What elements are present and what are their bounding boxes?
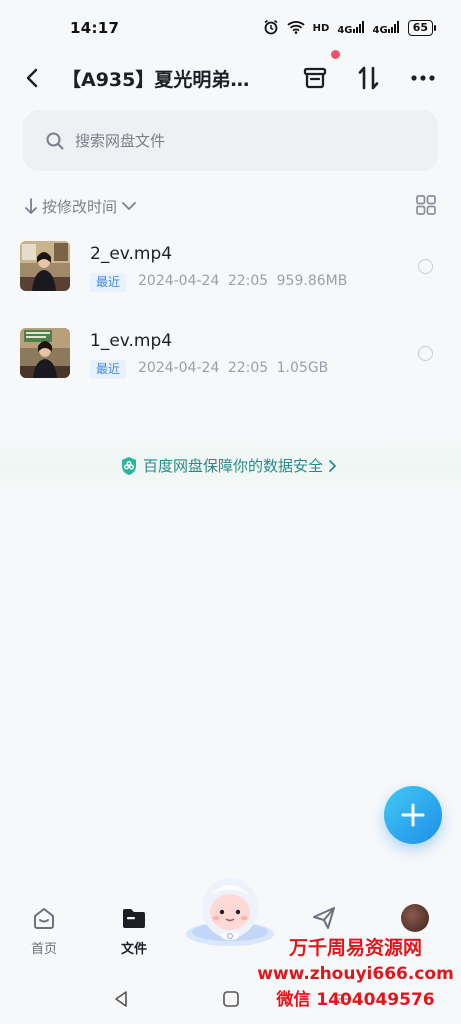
system-home-button[interactable]	[220, 988, 242, 1010]
file-row[interactable]: 2_ev.mp4 最近 2024-04-24 22:05 959.86MB	[0, 241, 461, 321]
file-row[interactable]: 1_ev.mp4 最近 2024-04-24 22:05 1.05GB	[0, 328, 461, 408]
signal-label-2: 4G	[372, 24, 388, 36]
shield-icon	[122, 456, 136, 475]
signal-label-1: 4G	[337, 24, 353, 36]
archive-button[interactable]	[300, 63, 330, 93]
nav-files[interactable]: 文件	[104, 904, 164, 957]
security-banner-text: 百度网盘保障你的数据安全	[143, 457, 324, 475]
more-button[interactable]	[408, 63, 438, 93]
system-back-button[interactable]	[110, 988, 132, 1010]
signal-icon-2: 4G	[372, 20, 400, 36]
recent-badge: 最近	[90, 360, 127, 379]
select-checkbox[interactable]	[418, 346, 433, 361]
plus-icon	[401, 803, 425, 827]
chevron-right-icon	[329, 459, 337, 472]
file-meta: 2024-04-24 22:05 1.05GB	[138, 360, 328, 376]
sort-transfer-button[interactable]	[354, 63, 384, 93]
sort-label: 按修改时间	[42, 197, 118, 216]
file-size: 1.05GB	[276, 360, 329, 376]
recent-badge: 最近	[90, 273, 127, 292]
watermark-line-2: www.zhouyi666.com	[257, 964, 454, 984]
hd-icon: HD	[312, 22, 330, 34]
grid-view-toggle[interactable]	[415, 194, 437, 216]
search-placeholder: 搜索网盘文件	[75, 132, 166, 150]
notification-dot	[331, 50, 340, 59]
battery-icon: 65	[407, 20, 437, 36]
file-name: 2_ev.mp4	[90, 244, 173, 264]
search-icon	[46, 132, 64, 149]
status-time: 14:17	[70, 19, 120, 37]
signal-icon-1: 4G	[337, 20, 364, 36]
alarm-icon	[263, 19, 279, 38]
grid-view-icon	[416, 195, 436, 215]
more-icon	[411, 75, 435, 81]
file-time: 22:05	[227, 273, 269, 289]
security-banner-link[interactable]: 百度网盘保障你的数据安全	[120, 455, 338, 476]
search-input[interactable]: 搜索网盘文件	[23, 110, 438, 171]
wifi-icon	[287, 20, 305, 37]
nav-profile[interactable]	[385, 904, 445, 938]
chevron-down-icon	[122, 202, 136, 210]
file-name: 1_ev.mp4	[90, 331, 173, 351]
status-icons: HD 4G 4G 65	[263, 19, 437, 38]
nav-home-label: 首页	[30, 942, 57, 957]
archive-icon	[303, 67, 327, 89]
page-title: 【A935】夏光明弟…	[62, 69, 250, 91]
select-checkbox[interactable]	[418, 259, 433, 274]
share-send-icon	[310, 904, 338, 932]
file-time: 22:05	[227, 360, 269, 376]
nav-files-label: 文件	[120, 942, 147, 957]
add-button[interactable]	[384, 786, 442, 844]
sort-arrow-down-icon	[25, 198, 37, 214]
file-size: 959.86MB	[276, 273, 348, 289]
title-bar: 【A935】夏光明弟…	[0, 56, 461, 100]
avatar	[401, 904, 429, 932]
nav-share[interactable]	[294, 904, 354, 938]
file-date: 2024-04-24	[138, 360, 220, 376]
avatar-icon	[401, 904, 429, 932]
back-icon	[26, 68, 38, 88]
sort-dropdown[interactable]: 按修改时间	[24, 192, 137, 220]
video-thumbnail	[20, 241, 70, 291]
nav-home[interactable]: 首页	[14, 904, 74, 957]
watermark: 万千周易资源网 www.zhouyi666.com 微信 1404049576	[250, 935, 461, 1013]
home-icon	[30, 904, 58, 932]
file-meta: 2024-04-24 22:05 959.86MB	[138, 273, 347, 289]
square-home-icon	[223, 991, 239, 1007]
triangle-back-icon	[115, 991, 127, 1007]
watermark-line-1: 万千周易资源网	[288, 937, 422, 959]
back-button[interactable]	[18, 64, 46, 92]
file-date: 2024-04-24	[138, 273, 220, 289]
video-thumbnail	[20, 328, 70, 378]
status-bar: 14:17 HD 4G 4G 65	[0, 0, 461, 56]
folder-icon	[120, 904, 148, 932]
sort-transfer-icon	[358, 66, 379, 90]
watermark-line-3: 微信 1404049576	[276, 990, 435, 1010]
